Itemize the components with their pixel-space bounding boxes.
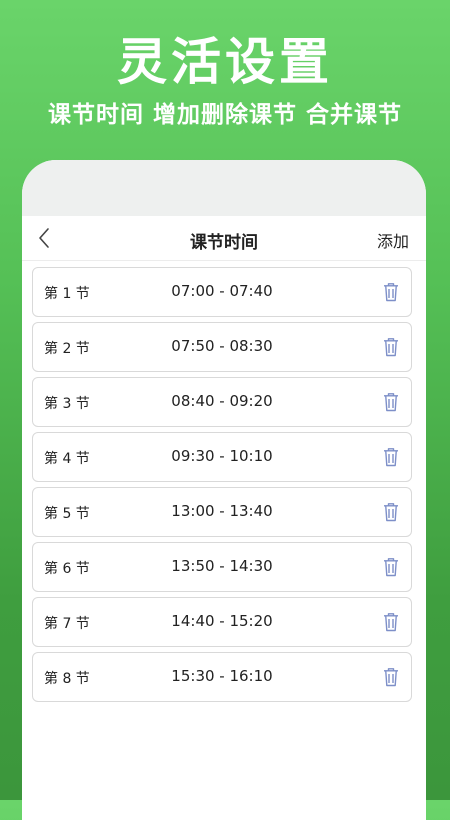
page-title: 课节时间 [190, 233, 258, 253]
period-time: 07:00 - 07:40 [171, 282, 273, 300]
period-time: 07:50 - 08:30 [171, 337, 273, 355]
trash-icon[interactable] [383, 612, 399, 632]
trash-icon[interactable] [383, 667, 399, 687]
period-row[interactable]: 第 1 节 07:00 - 07:40 [32, 267, 412, 317]
promo-title: 灵活设置 [117, 33, 333, 91]
period-time: 13:50 - 14:30 [171, 557, 273, 575]
period-time: 14:40 - 15:20 [171, 612, 273, 630]
period-row[interactable]: 第 7 节 14:40 - 15:20 [32, 597, 412, 647]
status-bar [22, 160, 426, 216]
period-list: 第 1 节 07:00 - 07:40 第 2 节 07:50 - 08:30 … [22, 261, 426, 702]
period-time: 09:30 - 10:10 [171, 447, 273, 465]
period-row[interactable]: 第 6 节 13:50 - 14:30 [32, 542, 412, 592]
phone-screen: 课节时间 添加 第 1 节 07:00 - 07:40 第 2 节 07:50 … [22, 160, 426, 820]
add-button[interactable]: 添加 [377, 228, 409, 252]
trash-icon[interactable] [383, 502, 399, 522]
trash-icon[interactable] [383, 392, 399, 412]
trash-icon[interactable] [383, 557, 399, 577]
promo-subtitle: 课节时间 增加删除课节 合并课节 [47, 102, 402, 128]
period-row[interactable]: 第 4 节 09:30 - 10:10 [32, 432, 412, 482]
period-row[interactable]: 第 2 节 07:50 - 08:30 [32, 322, 412, 372]
period-time: 15:30 - 16:10 [171, 667, 273, 685]
period-row[interactable]: 第 8 节 15:30 - 16:10 [32, 652, 412, 702]
trash-icon[interactable] [383, 337, 399, 357]
period-row[interactable]: 第 3 节 08:40 - 09:20 [32, 377, 412, 427]
period-row[interactable]: 第 5 节 13:00 - 13:40 [32, 487, 412, 537]
trash-icon[interactable] [383, 447, 399, 467]
period-time: 08:40 - 09:20 [171, 392, 273, 410]
period-time: 13:00 - 13:40 [171, 502, 273, 520]
nav-bar: 课节时间 添加 [22, 216, 426, 261]
trash-icon[interactable] [383, 282, 399, 302]
